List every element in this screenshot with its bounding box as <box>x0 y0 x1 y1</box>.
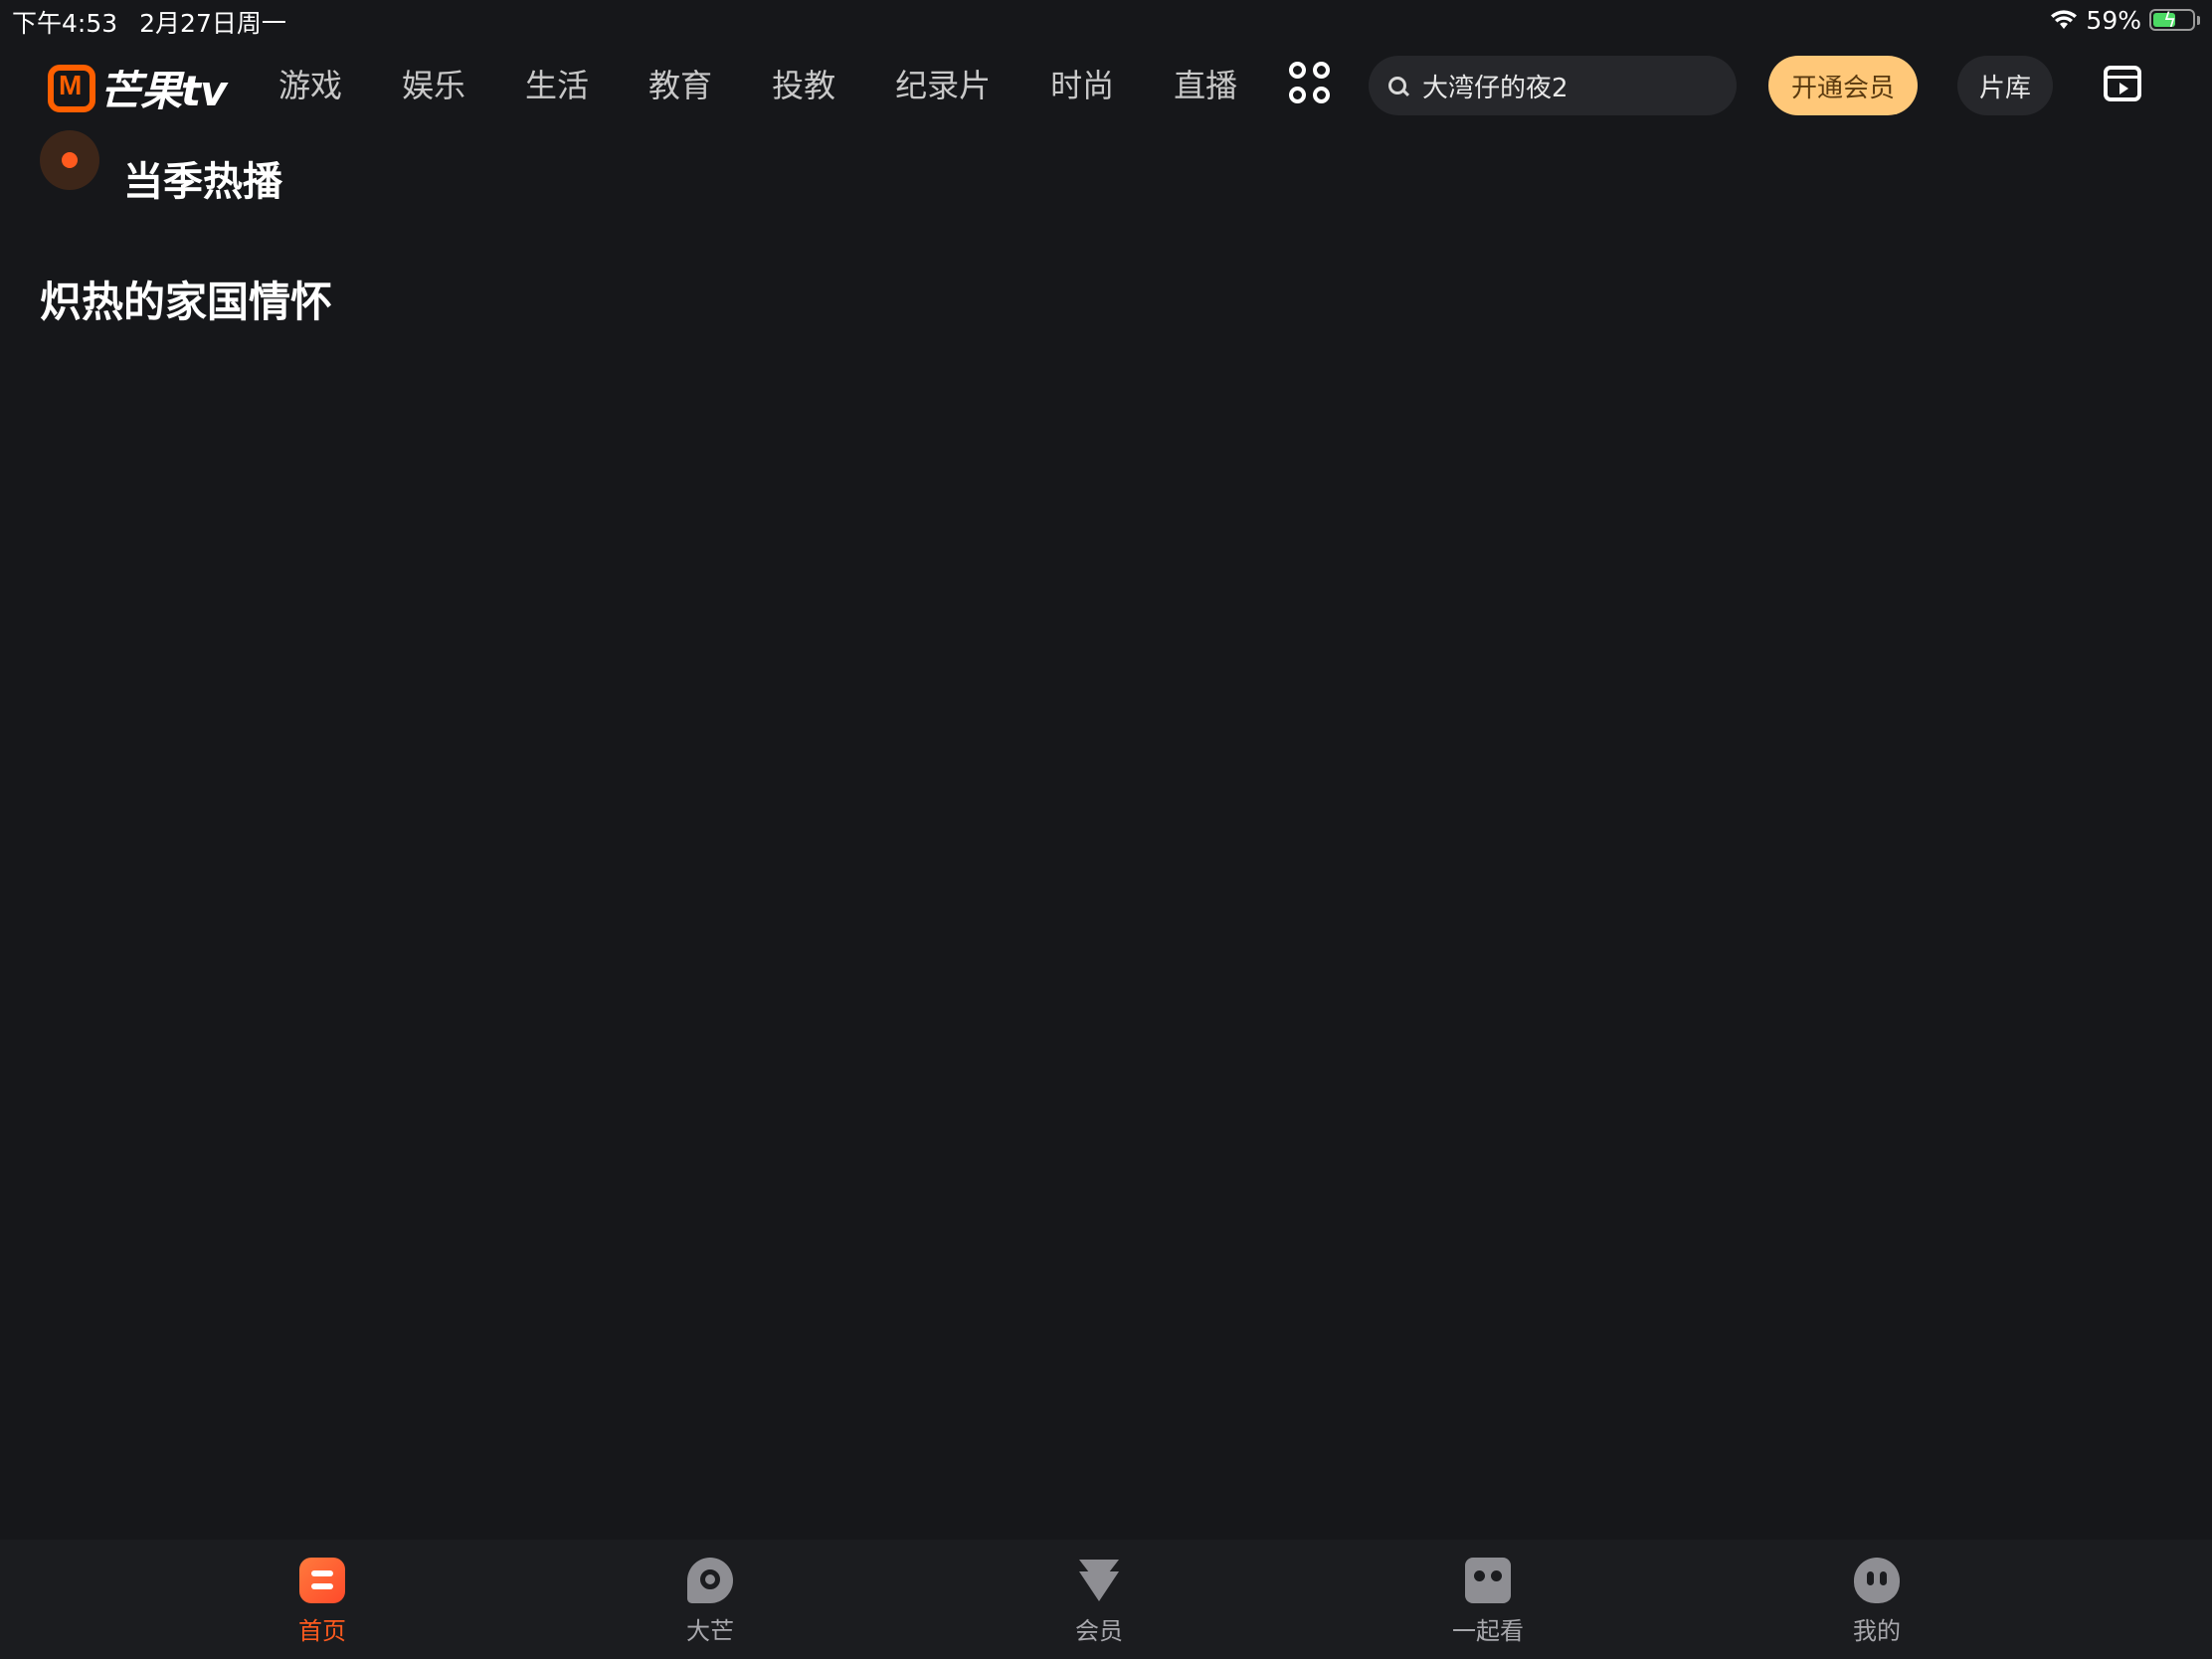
mango-logo-icon <box>48 64 95 112</box>
damang-icon <box>687 1558 733 1603</box>
calendar-icon[interactable] <box>2104 66 2141 101</box>
tab-profile[interactable]: 我的 <box>1817 1558 1936 1646</box>
play-circle-icon <box>40 130 99 190</box>
logo-text: 芒果tv <box>99 67 227 115</box>
tab-fashion[interactable]: 时尚 <box>1050 61 1114 106</box>
tab-life[interactable]: 生活 <box>525 61 589 106</box>
sub-heading: 炽热的家国情怀 <box>40 277 333 326</box>
wifi-icon <box>2051 10 2078 29</box>
grid-dot <box>1313 86 1330 103</box>
grid-dot <box>1313 62 1330 79</box>
tab-games[interactable]: 游戏 <box>278 61 342 106</box>
profile-icon <box>1854 1558 1900 1603</box>
channel-tabs: 游戏 娱乐 生活 教育 投教 纪录片 时尚 直播 <box>278 60 1297 107</box>
status-bar: 下午4:53 2月27日周一 59% ϟ <box>0 0 2212 40</box>
tab-investor-education[interactable]: 投教 <box>772 61 835 106</box>
tab-watch-together[interactable]: 一起看 <box>1428 1558 1548 1646</box>
battery-icon: ϟ <box>2149 8 2195 32</box>
status-time: 下午4:53 <box>12 9 118 38</box>
grid-dot <box>1289 86 1306 103</box>
tab-home[interactable]: 首页 <box>263 1558 382 1646</box>
tab-entertainment[interactable]: 娱乐 <box>402 61 465 106</box>
search-icon <box>1388 77 1406 94</box>
mango-tv-logo[interactable]: 芒果tv <box>48 58 227 118</box>
status-indicators: 59% ϟ <box>2050 4 2200 36</box>
status-date: 2月27日周一 <box>139 9 286 38</box>
search-bar[interactable]: 大湾仔的夜2 <box>1369 56 1737 115</box>
home-icon <box>299 1558 345 1603</box>
open-vip-button[interactable]: 开通会员 <box>1768 56 1918 115</box>
section-header: 当季热播 <box>40 127 282 207</box>
status-time-date: 下午4:53 2月27日周一 <box>12 4 286 40</box>
tab-label: 首页 <box>298 1617 346 1645</box>
watch-together-icon <box>1465 1558 1511 1603</box>
vip-icon <box>1076 1558 1122 1603</box>
tab-label: 大芒 <box>686 1617 734 1645</box>
battery-tip <box>2197 15 2200 25</box>
search-suggestion: 大湾仔的夜2 <box>1422 73 1568 103</box>
top-navigation: 芒果tv 游戏 娱乐 生活 教育 投教 纪录片 时尚 直播 大湾仔的夜2 开通会… <box>0 44 2212 123</box>
library-button[interactable]: 片库 <box>1957 56 2053 115</box>
charging-bolt-icon: ϟ <box>2163 8 2177 32</box>
grid-dot <box>1289 62 1306 79</box>
tab-label: 一起看 <box>1452 1617 1524 1645</box>
section-title: 当季热播 <box>123 159 282 205</box>
tab-vip[interactable]: 会员 <box>1039 1558 1159 1646</box>
tab-label: 会员 <box>1075 1617 1123 1645</box>
tab-education[interactable]: 教育 <box>648 61 712 106</box>
battery-percentage: 59% <box>2086 5 2141 35</box>
tab-damang[interactable]: 大芒 <box>650 1558 770 1646</box>
tab-label: 我的 <box>1853 1617 1901 1645</box>
tab-live[interactable]: 直播 <box>1174 61 1237 106</box>
grid-icon[interactable] <box>1289 62 1331 103</box>
tab-documentary[interactable]: 纪录片 <box>895 61 991 106</box>
bottom-tab-bar: 首页 大芒 会员 一起看 我的 <box>0 1540 2212 1659</box>
